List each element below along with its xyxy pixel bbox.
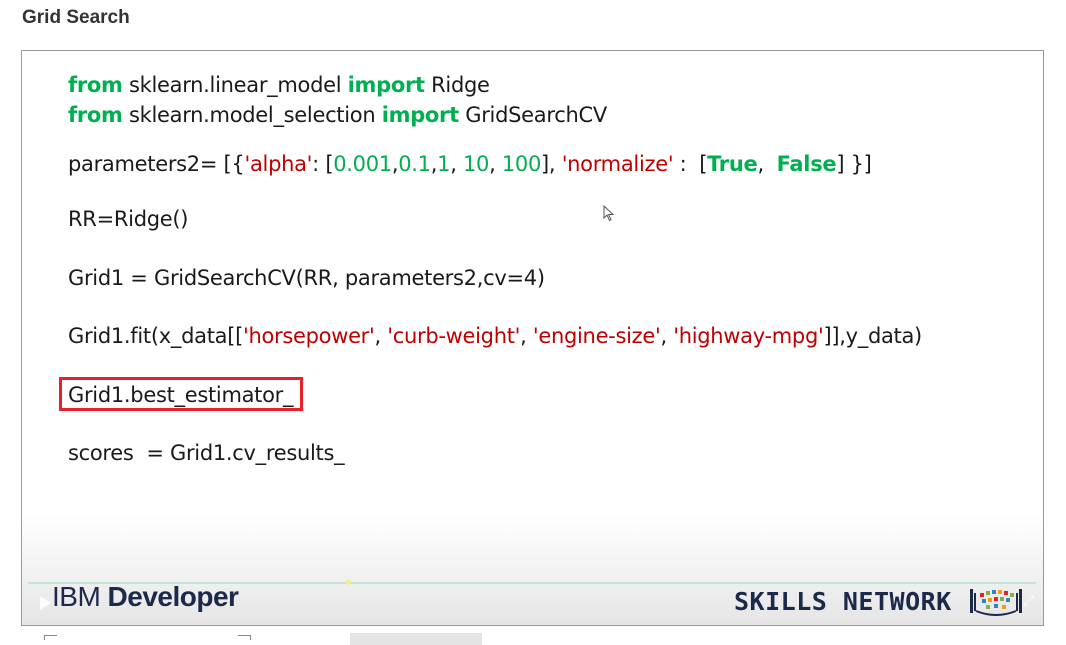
string-literal: 'normalize' [561, 152, 674, 176]
code-text: ], [541, 152, 562, 176]
ibm-developer-logo: IBM Developer [52, 581, 239, 613]
imported-name: GridSearchCV [458, 103, 607, 127]
code-text: , [450, 152, 463, 176]
module-name: sklearn.linear_model [122, 73, 348, 97]
keyword-false: False [776, 152, 837, 176]
imported-name: Ridge [424, 73, 490, 97]
skills-network-logo: SKILLS NETWORK [734, 587, 952, 616]
code-line-ridge: RR=Ridge() [68, 207, 189, 231]
fullscreen-icon[interactable]: ⤢ [1023, 592, 1034, 609]
code-line-scores: scores = Grid1.cv_results_ [68, 441, 345, 465]
keyword-import: import [347, 73, 425, 97]
module-name: sklearn.model_selection [122, 103, 382, 127]
code-text: : [ [673, 152, 708, 176]
skills-network-logo-icon [970, 589, 1022, 616]
number-literal: 0.001 [333, 152, 392, 176]
code-text: Grid1.fit(x_data[[ [68, 324, 243, 348]
popout-icon[interactable] [238, 635, 251, 640]
code-line-gridsearch: Grid1 = GridSearchCV(RR, parameters2,cv=… [68, 266, 545, 290]
bottom-tab[interactable] [350, 633, 482, 645]
number-literal: 0.1 [398, 152, 431, 176]
video-player[interactable]: from sklearn.linear_model import Ridge f… [21, 50, 1044, 626]
keyword-true: True [707, 152, 758, 176]
code-line-import-ridge: from sklearn.linear_model import Ridge [68, 73, 490, 97]
code-text: , [374, 324, 388, 348]
number-literal: 10 [462, 152, 490, 176]
code-text: parameters2= [{ [68, 152, 245, 176]
code-text: ] }] [836, 152, 872, 176]
string-literal: 'engine-size' [532, 324, 661, 348]
play-icon[interactable] [40, 596, 51, 610]
page-title: Grid Search [22, 7, 130, 28]
string-literal: 'alpha' [244, 152, 313, 176]
number-literal: 1 [437, 152, 451, 176]
bottom-toolbar [0, 628, 1066, 645]
code-text: , [520, 324, 533, 348]
code-text: , [757, 152, 777, 176]
progress-marker[interactable] [346, 580, 351, 585]
code-line-best-estimator: Grid1.best_estimator_ [68, 383, 294, 407]
code-text: , [489, 152, 502, 176]
mouse-pointer-icon [603, 205, 615, 222]
code-line-import-gridsearch: from sklearn.model_selection import Grid… [68, 103, 607, 127]
code-line-parameters: parameters2= [{'alpha': [0.001,0.1,1, 10… [68, 152, 872, 176]
code-text: : [ [312, 152, 334, 176]
string-literal: 'horsepower' [242, 324, 375, 348]
keyword-from: from [68, 103, 123, 127]
number-literal: 100 [501, 152, 542, 176]
string-literal: 'highway-mpg' [673, 324, 824, 348]
expand-icon[interactable] [44, 635, 57, 640]
string-literal: 'curb-weight' [387, 324, 521, 348]
code-line-fit: Grid1.fit(x_data[['horsepower', 'curb-we… [68, 324, 922, 348]
code-text: ]],y_data) [823, 324, 922, 348]
logo-ibm-text: IBM [52, 581, 101, 612]
keyword-from: from [68, 73, 123, 97]
code-text: , [660, 324, 674, 348]
keyword-import: import [381, 103, 459, 127]
logo-developer-text: Developer [100, 581, 239, 612]
